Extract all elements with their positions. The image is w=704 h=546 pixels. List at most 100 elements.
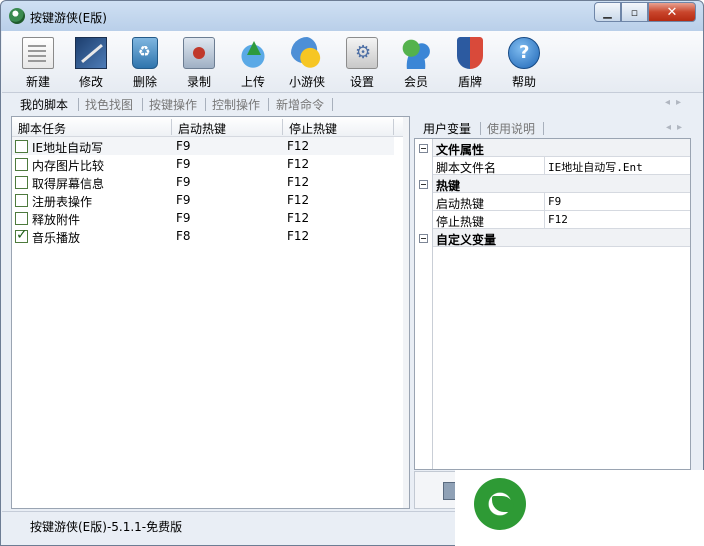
script-list: 脚本任务 启动热键 停止热键 IE地址自动写 F9 F12 内存图片比较 F9 … [11, 116, 410, 509]
new-button[interactable]: 新建 [13, 35, 63, 91]
script-row[interactable]: 取得屏幕信息 F9 F12 [12, 173, 394, 191]
window-title: 按键游侠(E版) [30, 11, 107, 25]
script-checkbox[interactable] [15, 176, 28, 189]
help-label: 帮助 [511, 75, 536, 89]
script-name: 音乐播放 [32, 231, 81, 245]
property-value[interactable]: F12 [548, 213, 568, 226]
script-list-header: 脚本任务 启动热键 停止热键 [12, 117, 409, 137]
members-button[interactable]: 会员 [391, 35, 441, 91]
members-icon [400, 37, 432, 69]
tab-scroll-arrows[interactable]: ◂▸ [666, 122, 688, 133]
property-label: 停止热键 [436, 215, 485, 229]
tab-separator [142, 98, 143, 111]
category-label: 自定义变量 [436, 233, 497, 247]
property-value[interactable]: F9 [548, 195, 561, 208]
shield-button[interactable]: 盾牌 [445, 35, 495, 91]
record-label: 录制 [186, 75, 211, 89]
script-start-hotkey: F8 [176, 229, 191, 243]
column-header-start-hotkey[interactable]: 启动热键 [178, 120, 226, 137]
tab-instructions[interactable]: 使用说明 [487, 120, 535, 137]
column-separator [544, 211, 545, 228]
delete-label: 删除 [132, 75, 157, 89]
column-separator [393, 119, 394, 135]
minimize-button[interactable]: ▁ [594, 2, 621, 22]
script-checkbox[interactable] [15, 140, 28, 153]
category-hotkeys[interactable]: 热键 [433, 175, 690, 193]
record-button[interactable]: 录制 [174, 35, 224, 91]
settings-icon [346, 37, 378, 69]
tab-separator [268, 98, 269, 111]
shield-icon [457, 37, 483, 69]
category-custom-variables[interactable]: 自定义变量 [433, 229, 690, 247]
collapse-icon[interactable] [419, 234, 428, 243]
script-name: 内存图片比较 [32, 159, 105, 173]
members-label: 会员 [403, 75, 428, 89]
script-start-hotkey: F9 [176, 139, 191, 153]
tab-key-operation[interactable]: 按键操作 [149, 96, 197, 113]
help-button[interactable]: 帮助 [499, 35, 549, 91]
side-tabstrip: 用户变量 使用说明 ◂▸ [413, 116, 693, 138]
property-value[interactable]: IE地址自动写.Ent [548, 159, 643, 175]
tab-separator [205, 98, 206, 111]
script-row[interactable]: 释放附件 F9 F12 [12, 209, 394, 227]
script-row[interactable]: 内存图片比较 F9 F12 [12, 155, 394, 173]
script-name: 注册表操作 [32, 195, 93, 209]
property-row-file-name[interactable]: 脚本文件名 IE地址自动写.Ent [433, 157, 690, 175]
collapse-icon[interactable] [419, 180, 428, 189]
delete-button[interactable]: 删除 [120, 35, 170, 91]
recycle-bin-icon [132, 37, 158, 69]
script-stop-hotkey: F12 [287, 211, 310, 225]
upload-button[interactable]: 上传 [228, 35, 278, 91]
maximize-icon: ▫ [630, 5, 639, 19]
mascot-button[interactable]: 小游侠 [282, 35, 332, 91]
category-label: 文件属性 [436, 143, 485, 157]
category-file-properties[interactable]: 文件属性 [433, 139, 690, 157]
tab-find-color[interactable]: 找色找图 [85, 96, 133, 113]
script-checkbox[interactable] [15, 212, 28, 225]
tab-my-scripts[interactable]: 我的脚本 [20, 96, 68, 113]
script-stop-hotkey: F12 [287, 229, 310, 243]
new-file-icon [22, 37, 54, 69]
script-checkbox[interactable] [15, 194, 28, 207]
mascot-label: 小游侠 [288, 75, 325, 89]
script-start-hotkey: F9 [176, 193, 191, 207]
script-row[interactable]: 注册表操作 F9 F12 [12, 191, 394, 209]
status-text: 按键游侠(E版)-5.1.1-免费版 [30, 520, 183, 534]
script-name: 取得屏幕信息 [32, 177, 105, 191]
column-header-task[interactable]: 脚本任务 [18, 120, 66, 137]
script-stop-hotkey: F12 [287, 175, 310, 189]
property-row-start-hotkey[interactable]: 启动热键 F9 [433, 193, 690, 211]
script-checkbox[interactable] [15, 158, 28, 171]
edit-button[interactable]: 修改 [66, 35, 116, 91]
script-name: 释放附件 [32, 213, 81, 227]
upload-label: 上传 [240, 75, 265, 89]
main-tabstrip: 我的脚本 找色找图 按键操作 控制操作 新增命令 ◂▸ [2, 93, 703, 115]
property-row-stop-hotkey[interactable]: 停止热键 F12 [433, 211, 690, 229]
script-row[interactable]: IE地址自动写 F9 F12 [12, 137, 394, 155]
collapse-icon[interactable] [419, 144, 428, 153]
close-button[interactable]: ✕ [648, 2, 696, 22]
minimize-icon: ▁ [603, 5, 612, 19]
tab-control-operation[interactable]: 控制操作 [212, 96, 260, 113]
tab-scroll-arrows[interactable]: ◂▸ [665, 97, 687, 108]
maximize-button[interactable]: ▫ [621, 2, 648, 22]
tab-new-command[interactable]: 新增命令 [276, 96, 324, 113]
column-header-stop-hotkey[interactable]: 停止热键 [289, 120, 337, 137]
property-label: 脚本文件名 [436, 161, 497, 175]
edit-label: 修改 [78, 75, 103, 89]
settings-button[interactable]: 设置 [337, 35, 387, 91]
edit-icon [75, 37, 107, 69]
upload-icon [237, 37, 269, 69]
help-icon [508, 37, 540, 69]
script-checkbox[interactable] [15, 227, 28, 243]
record-icon [183, 37, 215, 69]
settings-label: 设置 [349, 75, 374, 89]
watermark-overlay [455, 470, 704, 546]
script-list-scrollbar[interactable] [403, 117, 409, 508]
tab-separator [332, 98, 333, 111]
shield-label: 盾牌 [457, 75, 482, 89]
script-row[interactable]: 音乐播放 F8 F12 [12, 227, 394, 245]
column-separator [171, 119, 172, 135]
toolbar: 新建 修改 删除 录制 上传 小游侠 设置 会员 [2, 31, 703, 93]
tab-user-variables[interactable]: 用户变量 [423, 120, 471, 137]
